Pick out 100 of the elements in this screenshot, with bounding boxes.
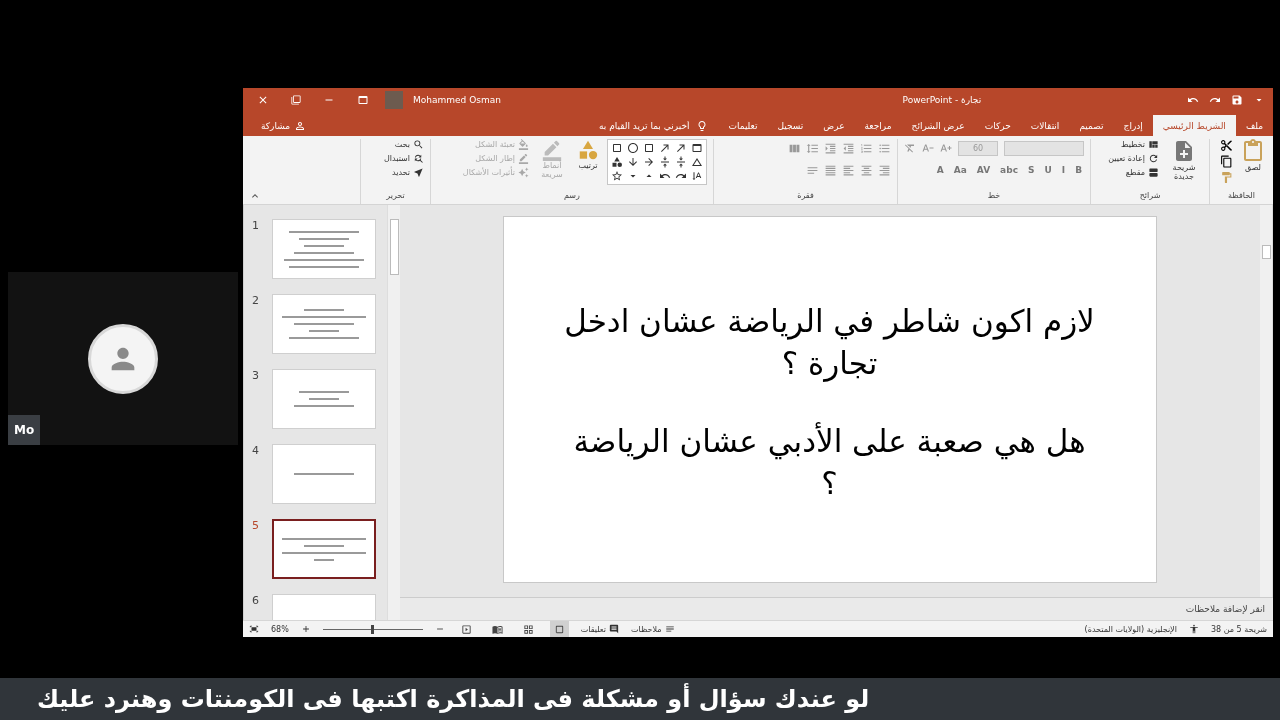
notes-field[interactable]: انقر لإضافة ملاحظات — [400, 597, 1273, 620]
format-button[interactable]: AV — [974, 165, 993, 175]
slide-number: 1 — [252, 219, 260, 234]
editing-option[interactable]: تحديد — [384, 167, 424, 178]
shape-format-icon — [518, 153, 529, 164]
user-photo — [385, 91, 403, 109]
ribbon-tab[interactable]: إدراج — [1113, 115, 1153, 136]
slide-number: 2 — [252, 294, 260, 309]
shape-format-icon — [518, 167, 529, 178]
scrollbar[interactable] — [1260, 205, 1273, 597]
format-button[interactable]: S — [1025, 165, 1037, 175]
format-button[interactable]: I — [1059, 165, 1068, 175]
grid-icon — [522, 623, 534, 635]
slide-option-icon — [1148, 167, 1159, 178]
restore-icon — [291, 95, 301, 105]
slide-text: هل هي صعبة على الأدبي عشان الرياضة ؟ — [572, 421, 1087, 503]
slide-number: 4 — [252, 444, 260, 459]
group-label: شرائح — [1138, 191, 1162, 202]
arrange-icon — [577, 139, 599, 161]
clipboard-icon — [1241, 139, 1265, 163]
ribbon-tab[interactable]: تعليمات — [718, 115, 768, 136]
group-label: الحافظة — [1227, 191, 1256, 202]
decrease-font-icon — [922, 142, 934, 154]
slide-thumbnail[interactable] — [272, 519, 376, 579]
ribbon-icon — [357, 94, 369, 106]
scrollbar[interactable] — [387, 205, 400, 620]
share-button[interactable]: مشاركة — [253, 115, 315, 136]
user-name: Mohammed Osman — [413, 95, 501, 105]
ribbon-tab[interactable]: تصميم — [1069, 115, 1114, 136]
accessibility-icon — [1188, 624, 1199, 634]
indent-increase-icon — [824, 141, 837, 155]
close-icon — [257, 94, 269, 106]
align-right-icon — [878, 163, 891, 177]
slide-number: 5 — [252, 519, 260, 534]
justify-icon — [824, 163, 837, 177]
shape-format-icon — [518, 139, 529, 150]
format-button[interactable]: U — [1042, 165, 1054, 175]
numbering-icon — [860, 141, 873, 155]
person-icon — [294, 119, 307, 132]
clear-format-icon — [904, 142, 916, 154]
replace-icon — [413, 153, 424, 164]
book-icon — [491, 623, 503, 635]
language: الإنجليزية (الولايات المتحدة) — [1084, 624, 1177, 634]
align-left-icon — [842, 163, 855, 177]
indent-decrease-icon — [842, 141, 855, 155]
ribbon-tab[interactable]: عرض — [813, 115, 855, 136]
pen-icon — [541, 139, 563, 161]
format-button[interactable]: abc — [998, 165, 1020, 175]
ribbon-tab[interactable]: عرض الشرائح — [901, 115, 975, 136]
slide-number: 3 — [252, 369, 260, 384]
increase-font-icon — [940, 142, 952, 154]
slides-option[interactable]: تخطيط — [1108, 139, 1159, 150]
window-title: تجارة - PowerPoint — [902, 95, 982, 105]
editing-option[interactable]: استبدال — [384, 153, 424, 164]
copy-icon — [1220, 155, 1233, 168]
ribbon-tab[interactable]: ملف — [1235, 115, 1273, 136]
save-icon — [1231, 94, 1243, 106]
ribbon-tab[interactable]: تسجيل — [767, 115, 814, 136]
notes-input[interactable]: انقر لإضافة ملاحظات — [406, 603, 1267, 615]
slides-option[interactable]: إعادة تعيين — [1108, 153, 1159, 164]
slide-text: لازم اكون شاطر في الرياضة عشان ادخل تجارة ؟ — [563, 302, 1096, 384]
comment-icon — [608, 624, 619, 634]
slide-option-icon — [1148, 153, 1159, 164]
ribbon-tab[interactable]: حركات — [974, 115, 1021, 136]
line-spacing-icon — [806, 141, 819, 155]
paste-button[interactable]: لصق — [1239, 139, 1267, 172]
comments-button[interactable]: تعليقات — [580, 624, 619, 634]
group-label: فقرة — [796, 191, 815, 202]
zoom-thumb[interactable] — [370, 624, 374, 634]
shapes-gallery[interactable] — [607, 139, 707, 185]
cursor-icon — [413, 167, 424, 178]
slide-counter: شريحة 5 من 38 — [1210, 624, 1267, 634]
participant-name: Mo — [8, 415, 41, 445]
new-slide-button[interactable]: شريحة جديدة — [1165, 139, 1203, 181]
align-center-icon — [860, 163, 873, 177]
font-name-field[interactable] — [1004, 140, 1084, 156]
caption-text: لو عندك سؤال أو مشكلة فى المذاكرة اكتبها فى الكومنتات وهنرد عليك — [37, 685, 870, 713]
fit-screen-icon — [249, 624, 259, 634]
normal-view-icon — [553, 623, 565, 635]
slide-number: 6 — [252, 594, 260, 609]
format-button[interactable]: B — [1073, 165, 1084, 175]
scissors-icon — [1220, 139, 1233, 152]
ribbon-tab[interactable]: مراجعة — [854, 115, 902, 136]
format-button[interactable]: Aa — [951, 165, 969, 175]
ribbon-tab[interactable]: الشريط الرئيسي — [1152, 115, 1236, 136]
slides-option[interactable]: مقطع — [1108, 167, 1159, 178]
editing-option[interactable]: بحث — [384, 139, 424, 150]
zoom-level: 68% — [271, 624, 289, 634]
group-label: تحرير — [385, 191, 406, 202]
slideshow-icon — [460, 623, 472, 635]
group-label: خط — [986, 191, 1002, 202]
group-label: رسم — [563, 191, 581, 202]
search-icon — [413, 139, 424, 150]
ribbon-tab[interactable]: انتقالات — [1020, 115, 1070, 136]
paintbrush-icon — [1220, 171, 1233, 184]
arrange-button[interactable]: ترتيب — [575, 139, 601, 170]
format-button[interactable]: A — [934, 165, 946, 175]
normal-view-button[interactable] — [549, 621, 569, 637]
slide-option-icon — [1148, 139, 1159, 150]
notes-button[interactable]: ملاحظات — [630, 624, 675, 634]
